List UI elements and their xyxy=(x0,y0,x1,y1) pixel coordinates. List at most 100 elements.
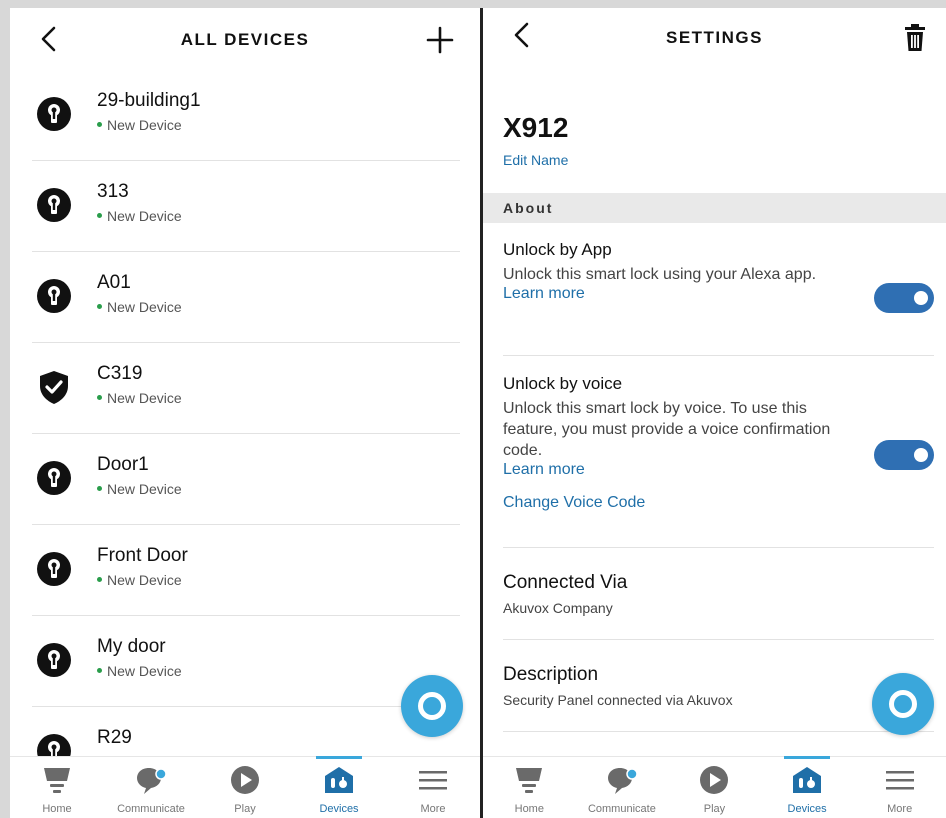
play-icon xyxy=(700,766,729,794)
alexa-button[interactable] xyxy=(401,675,463,737)
device-row-my-door[interactable]: My door New Device xyxy=(32,616,460,707)
device-name: A01 xyxy=(97,272,131,293)
status-dot xyxy=(97,485,102,491)
device-name: R29 xyxy=(97,727,132,748)
device-status-text: New Device xyxy=(107,299,182,315)
keyhole-icon xyxy=(37,461,71,495)
all-devices-header: ALL DEVICES xyxy=(10,8,480,70)
device-status-text: New Device xyxy=(107,663,182,679)
keyhole-icon xyxy=(37,279,71,313)
status-dot xyxy=(97,576,102,582)
device-status-text: New Device xyxy=(107,117,182,133)
nav-label: Home xyxy=(42,803,72,815)
keyhole-icon xyxy=(37,188,71,222)
status-dot xyxy=(97,394,102,400)
divider xyxy=(503,355,934,356)
nav-label: More xyxy=(887,803,913,815)
nav-devices[interactable]: Devices xyxy=(761,756,854,818)
communicate-icon xyxy=(137,768,167,794)
add-device-icon[interactable] xyxy=(426,26,454,54)
devices-icon xyxy=(793,767,822,793)
settings-header: SETTINGS xyxy=(483,8,946,70)
nav-label: Devices xyxy=(319,803,359,815)
status-dot xyxy=(97,667,102,673)
page-title: ALL DEVICES xyxy=(180,30,310,49)
learn-more-link[interactable]: Learn more xyxy=(503,461,585,479)
device-status-text: New Device xyxy=(107,481,182,497)
device-list: 29-building1 New Device 313 New Device A… xyxy=(32,70,460,798)
device-status: New Device xyxy=(97,572,182,588)
trash-icon[interactable] xyxy=(904,24,926,52)
unlock-by-app-setting: Unlock by App Unlock this smart lock usi… xyxy=(503,240,934,313)
nav-home[interactable]: Home xyxy=(483,757,576,818)
device-status-text: New Device xyxy=(107,390,182,406)
nav-more[interactable]: More xyxy=(853,757,946,818)
device-status: New Device xyxy=(97,117,182,133)
description-setting: Description Security Panel connected via… xyxy=(503,664,934,708)
devices-icon xyxy=(325,767,353,793)
nav-communicate[interactable]: Communicate xyxy=(576,757,669,818)
nav-label: Home xyxy=(514,803,544,815)
learn-more-link[interactable]: Learn more xyxy=(503,285,585,303)
communicate-icon xyxy=(607,768,638,794)
nav-home[interactable]: Home xyxy=(10,757,104,818)
status-dot xyxy=(97,303,102,309)
nav-label: Play xyxy=(234,803,256,815)
nav-devices[interactable]: Devices xyxy=(292,756,386,818)
home-icon xyxy=(516,768,543,793)
device-status: New Device xyxy=(97,390,182,406)
nav-label: Communicate xyxy=(587,803,656,815)
device-row-313[interactable]: 313 New Device xyxy=(32,161,460,252)
unlock-by-voice-setting: Unlock by voice Unlock this smart lock b… xyxy=(503,374,934,512)
device-status: New Device xyxy=(97,299,182,315)
device-row-29-building1[interactable]: 29-building1 New Device xyxy=(32,70,460,161)
nav-label: Play xyxy=(703,803,726,815)
device-row-door1[interactable]: Door1 New Device xyxy=(32,434,460,525)
nav-play[interactable]: Play xyxy=(198,757,292,818)
unlock-by-voice-toggle[interactable] xyxy=(874,440,934,470)
play-icon xyxy=(231,766,259,794)
nav-play[interactable]: Play xyxy=(668,757,761,818)
device-name: My door xyxy=(97,636,166,657)
page-title: SETTINGS xyxy=(665,28,763,47)
change-voice-code-link[interactable]: Change Voice Code xyxy=(503,494,645,512)
more-icon xyxy=(419,771,447,790)
keyhole-icon xyxy=(37,643,71,677)
edit-name-link[interactable]: Edit Name xyxy=(503,152,568,168)
alexa-ring-icon xyxy=(889,690,917,718)
toggle-knob xyxy=(914,291,928,305)
setting-title: Description xyxy=(503,664,599,685)
device-name: 29-building1 xyxy=(97,90,201,111)
unlock-by-app-toggle[interactable] xyxy=(874,283,934,313)
device-row-a01[interactable]: A01 New Device xyxy=(32,252,460,343)
keyhole-icon xyxy=(37,97,71,131)
status-dot xyxy=(97,212,102,218)
home-icon xyxy=(44,768,70,793)
setting-value: Security Panel connected via Akuvox xyxy=(503,692,733,708)
device-row-c319[interactable]: C319 New Device xyxy=(32,343,460,434)
device-status: New Device xyxy=(97,663,182,679)
device-title: X912 xyxy=(503,112,569,143)
device-name: Front Door xyxy=(97,545,188,566)
all-devices-screen: ALL DEVICES 29-building1 New Device 313 … xyxy=(10,8,480,818)
setting-description: Unlock this smart lock by voice. To use … xyxy=(503,400,831,459)
device-name: C319 xyxy=(97,363,143,384)
setting-description: Unlock this smart lock using your Alexa … xyxy=(503,266,817,283)
alexa-button[interactable] xyxy=(872,673,934,735)
connected-via-setting: Connected Via Akuvox Company xyxy=(503,572,934,616)
device-row-front-door[interactable]: Front Door New Device xyxy=(32,525,460,616)
shield-check-icon xyxy=(40,371,68,404)
divider xyxy=(503,547,934,548)
about-section-header: About xyxy=(483,193,946,223)
device-status: New Device xyxy=(97,208,182,224)
divider xyxy=(503,639,934,640)
device-status-text: New Device xyxy=(107,572,182,588)
settings-screen: SETTINGS X912 Edit Name About Unlock by … xyxy=(483,8,946,818)
divider xyxy=(503,731,934,732)
device-status-text: New Device xyxy=(107,208,182,224)
bottom-nav: Home Communicate Play Devices More xyxy=(483,756,946,818)
nav-communicate[interactable]: Communicate xyxy=(104,757,198,818)
nav-more[interactable]: More xyxy=(386,757,480,818)
nav-label: More xyxy=(420,803,446,815)
